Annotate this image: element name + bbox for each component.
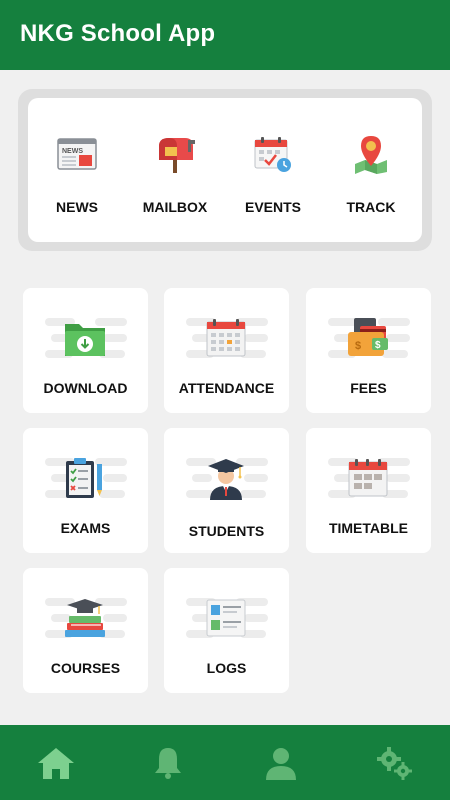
menu-item-label: EVENTS xyxy=(244,199,301,215)
menu-item-label: NEWS xyxy=(56,199,98,215)
exam-clipboard-icon xyxy=(66,458,102,498)
menu-item-news[interactable]: NEWS NEWS xyxy=(28,98,126,242)
menu-item-mailbox[interactable]: MAILBOX xyxy=(126,98,224,242)
graduate-student-icon xyxy=(208,459,244,500)
bell-icon xyxy=(155,748,181,779)
app-bar: NKG School App xyxy=(0,0,450,70)
tile-logs[interactable]: LOGS xyxy=(164,568,289,693)
timetable-calendar-icon xyxy=(348,459,388,497)
tile-fees[interactable]: $ $ FEES xyxy=(306,288,431,413)
tile-attendance[interactable]: ATTENDANCE xyxy=(164,288,289,413)
nav-profile-button[interactable] xyxy=(261,745,301,781)
gears-icon xyxy=(377,747,412,780)
books-graduation-cap-icon xyxy=(65,599,105,637)
tile-courses[interactable]: COURSES xyxy=(23,568,148,693)
menu-item-label: MAILBOX xyxy=(142,199,208,215)
menu-item-label: TRACK xyxy=(346,199,396,215)
tile-label: STUDENTS xyxy=(188,523,265,539)
tile-label: EXAMS xyxy=(60,520,111,536)
top-menu-panel: NEWS NEWS MAILBOX EVENTS TRACK xyxy=(18,89,432,251)
app-title: NKG School App xyxy=(20,20,216,47)
tile-label: TIMETABLE xyxy=(328,520,409,536)
nav-settings-button[interactable] xyxy=(374,745,414,781)
tile-label: ATTENDANCE xyxy=(178,380,275,396)
tile-download[interactable]: DOWNLOAD xyxy=(23,288,148,413)
user-icon xyxy=(266,748,296,780)
tile-exams[interactable]: EXAMS xyxy=(23,428,148,553)
tile-label: LOGS xyxy=(206,660,247,676)
wallet-icon: $ $ xyxy=(348,318,388,356)
home-icon xyxy=(38,748,74,779)
calendar-events-icon xyxy=(254,137,291,172)
download-folder-icon xyxy=(65,324,105,356)
tile-timetable[interactable]: TIMETABLE xyxy=(306,428,431,553)
tile-label: DOWNLOAD xyxy=(43,380,128,396)
svg-text:$: $ xyxy=(375,340,381,351)
newspaper-icon: NEWS xyxy=(57,138,97,170)
svg-text:NEWS: NEWS xyxy=(62,148,83,155)
svg-text:$: $ xyxy=(355,340,361,352)
tile-label: COURSES xyxy=(50,660,121,676)
tile-label: FEES xyxy=(350,380,387,396)
logs-document-icon xyxy=(206,599,246,637)
attendance-calendar-icon xyxy=(206,319,246,357)
menu-item-events[interactable]: EVENTS xyxy=(224,98,322,242)
tile-students[interactable]: STUDENTS xyxy=(164,428,289,553)
top-menu-card: NEWS NEWS MAILBOX EVENTS TRACK xyxy=(28,98,422,242)
nav-home-button[interactable] xyxy=(36,745,76,781)
nav-notifications-button[interactable] xyxy=(148,745,188,781)
map-pin-icon xyxy=(355,136,387,174)
bottom-nav xyxy=(0,725,450,800)
mailbox-icon xyxy=(159,138,195,173)
menu-item-track[interactable]: TRACK xyxy=(322,98,420,242)
